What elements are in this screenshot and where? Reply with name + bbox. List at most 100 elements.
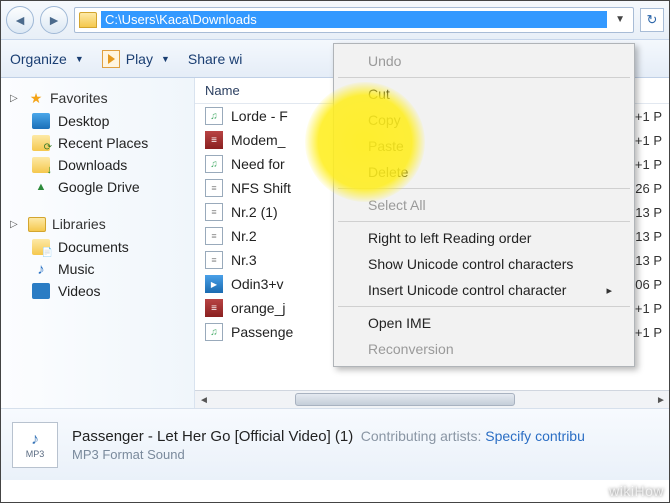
file-date: +1 P [635, 325, 662, 340]
ctx-cut[interactable]: Cut [336, 81, 632, 107]
file-name: Passenge [231, 324, 293, 340]
ctx-label: Cut [368, 86, 390, 102]
column-label: Name [205, 83, 240, 98]
file-date: +1 P [635, 109, 662, 124]
nav-forward-button[interactable]: ► [40, 6, 68, 34]
sidebar-item-downloads[interactable]: Downloads [0, 154, 194, 176]
details-pane: MP3 Passenger - Let Her Go [Official Vid… [0, 408, 670, 480]
sidebar-item-label: Google Drive [58, 179, 140, 195]
separator [338, 77, 630, 78]
ctx-label: Paste [368, 138, 404, 154]
sidebar-item-videos[interactable]: Videos [0, 280, 194, 302]
txt-file-icon [205, 179, 223, 197]
ctx-label: Undo [368, 53, 401, 69]
music-icon [32, 261, 50, 277]
ctx-label: Reconversion [368, 341, 454, 357]
star-icon: ★ [28, 90, 44, 106]
ctx-label: Delete [368, 164, 408, 180]
ctx-delete[interactable]: Delete [336, 159, 632, 185]
recent-icon [32, 135, 50, 151]
address-bar[interactable]: C:\Users\Kaca\Downloads ▼ [74, 7, 634, 33]
file-date: 13 P [635, 205, 662, 220]
sidebar-item-label: Downloads [58, 157, 127, 173]
ctx-rtl[interactable]: Right to left Reading order [336, 225, 632, 251]
sidebar-group-libraries[interactable]: ▷ Libraries [0, 212, 194, 236]
watermark: wikiHow [609, 483, 664, 499]
sidebar-item-label: Recent Places [58, 135, 148, 151]
sidebar-group-label: Libraries [52, 216, 106, 232]
ctx-label: Select All [368, 197, 426, 213]
organize-button[interactable]: Organize ▼ [10, 51, 84, 67]
ctx-label: Copy [368, 112, 401, 128]
sidebar-group-label: Favorites [50, 90, 108, 106]
file-name: Nr.2 [231, 228, 257, 244]
ctx-undo: Undo [336, 48, 632, 74]
txt-file-icon [205, 251, 223, 269]
details-subtitle: MP3 Format Sound [72, 447, 585, 462]
caret-icon: ▷ [10, 93, 22, 104]
file-name: orange_j [231, 300, 286, 316]
address-path[interactable]: C:\Users\Kaca\Downloads [101, 11, 607, 28]
ctx-reconversion: Reconversion [336, 336, 632, 362]
separator [338, 306, 630, 307]
sidebar-item-desktop[interactable]: Desktop [0, 110, 194, 132]
file-date: +1 P [635, 301, 662, 316]
separator [338, 188, 630, 189]
ctx-paste[interactable]: Paste [336, 133, 632, 159]
address-dropdown[interactable]: ▼ [611, 14, 629, 25]
file-name: Odin3+v [231, 276, 284, 292]
share-button[interactable]: Share wi [188, 51, 242, 67]
ctx-copy[interactable]: Copy [336, 107, 632, 133]
music-file-icon [205, 107, 223, 125]
play-icon [102, 50, 120, 68]
separator [338, 221, 630, 222]
sidebar-item-recent[interactable]: Recent Places [0, 132, 194, 154]
navigation-sidebar: ▷ ★ Favorites Desktop Recent Places Down… [0, 78, 195, 408]
toolbar-label: Share wi [188, 51, 242, 67]
scroll-right-arrow[interactable]: ► [652, 391, 670, 409]
icon-label: MP3 [26, 449, 45, 459]
sidebar-item-label: Desktop [58, 113, 109, 129]
file-date: +1 P [635, 157, 662, 172]
libraries-icon [28, 217, 46, 232]
txt-file-icon [205, 227, 223, 245]
file-name: Need for [231, 156, 285, 172]
refresh-button[interactable]: ↻ [640, 8, 664, 32]
file-date: 06 P [635, 277, 662, 292]
ctx-open-ime[interactable]: Open IME [336, 310, 632, 336]
context-menu: Undo Cut Copy Paste Delete Select All Ri… [333, 43, 635, 367]
details-meta-label: Contributing artists: [361, 428, 482, 444]
ctx-label: Show Unicode control characters [368, 256, 573, 272]
sidebar-item-documents[interactable]: Documents [0, 236, 194, 258]
nav-back-button[interactable]: ◄ [6, 6, 34, 34]
scroll-thumb[interactable] [295, 393, 515, 406]
horizontal-scrollbar[interactable]: ◄ ► [195, 390, 670, 408]
caret-icon: ▷ [10, 219, 22, 230]
videos-icon [32, 283, 50, 299]
toolbar-label: Play [126, 51, 153, 67]
file-name: Lorde - F [231, 108, 288, 124]
file-date: 13 P [635, 253, 662, 268]
ctx-insert-unicode[interactable]: Insert Unicode control character [336, 277, 632, 303]
sidebar-group-favorites[interactable]: ▷ ★ Favorites [0, 86, 194, 110]
file-name: NFS Shift [231, 180, 291, 196]
ctx-label: Insert Unicode control character [368, 282, 566, 298]
sidebar-item-label: Music [58, 261, 95, 277]
ctx-label: Open IME [368, 315, 431, 331]
sidebar-item-label: Videos [58, 283, 101, 299]
gdrive-icon [32, 179, 50, 195]
file-date: 13 P [635, 229, 662, 244]
file-date: +1 P [635, 133, 662, 148]
downloads-icon [32, 157, 50, 173]
folder-icon [79, 12, 97, 28]
chevron-down-icon: ▼ [75, 54, 84, 64]
sidebar-item-label: Documents [58, 239, 129, 255]
sidebar-item-music[interactable]: Music [0, 258, 194, 280]
scroll-left-arrow[interactable]: ◄ [195, 391, 213, 409]
sidebar-item-gdrive[interactable]: Google Drive [0, 176, 194, 198]
file-name: Nr.3 [231, 252, 257, 268]
ctx-show-unicode[interactable]: Show Unicode control characters [336, 251, 632, 277]
details-meta-link[interactable]: Specify contribu [485, 428, 585, 444]
mp3-file-icon: MP3 [12, 422, 58, 468]
play-button[interactable]: Play ▼ [102, 50, 170, 68]
